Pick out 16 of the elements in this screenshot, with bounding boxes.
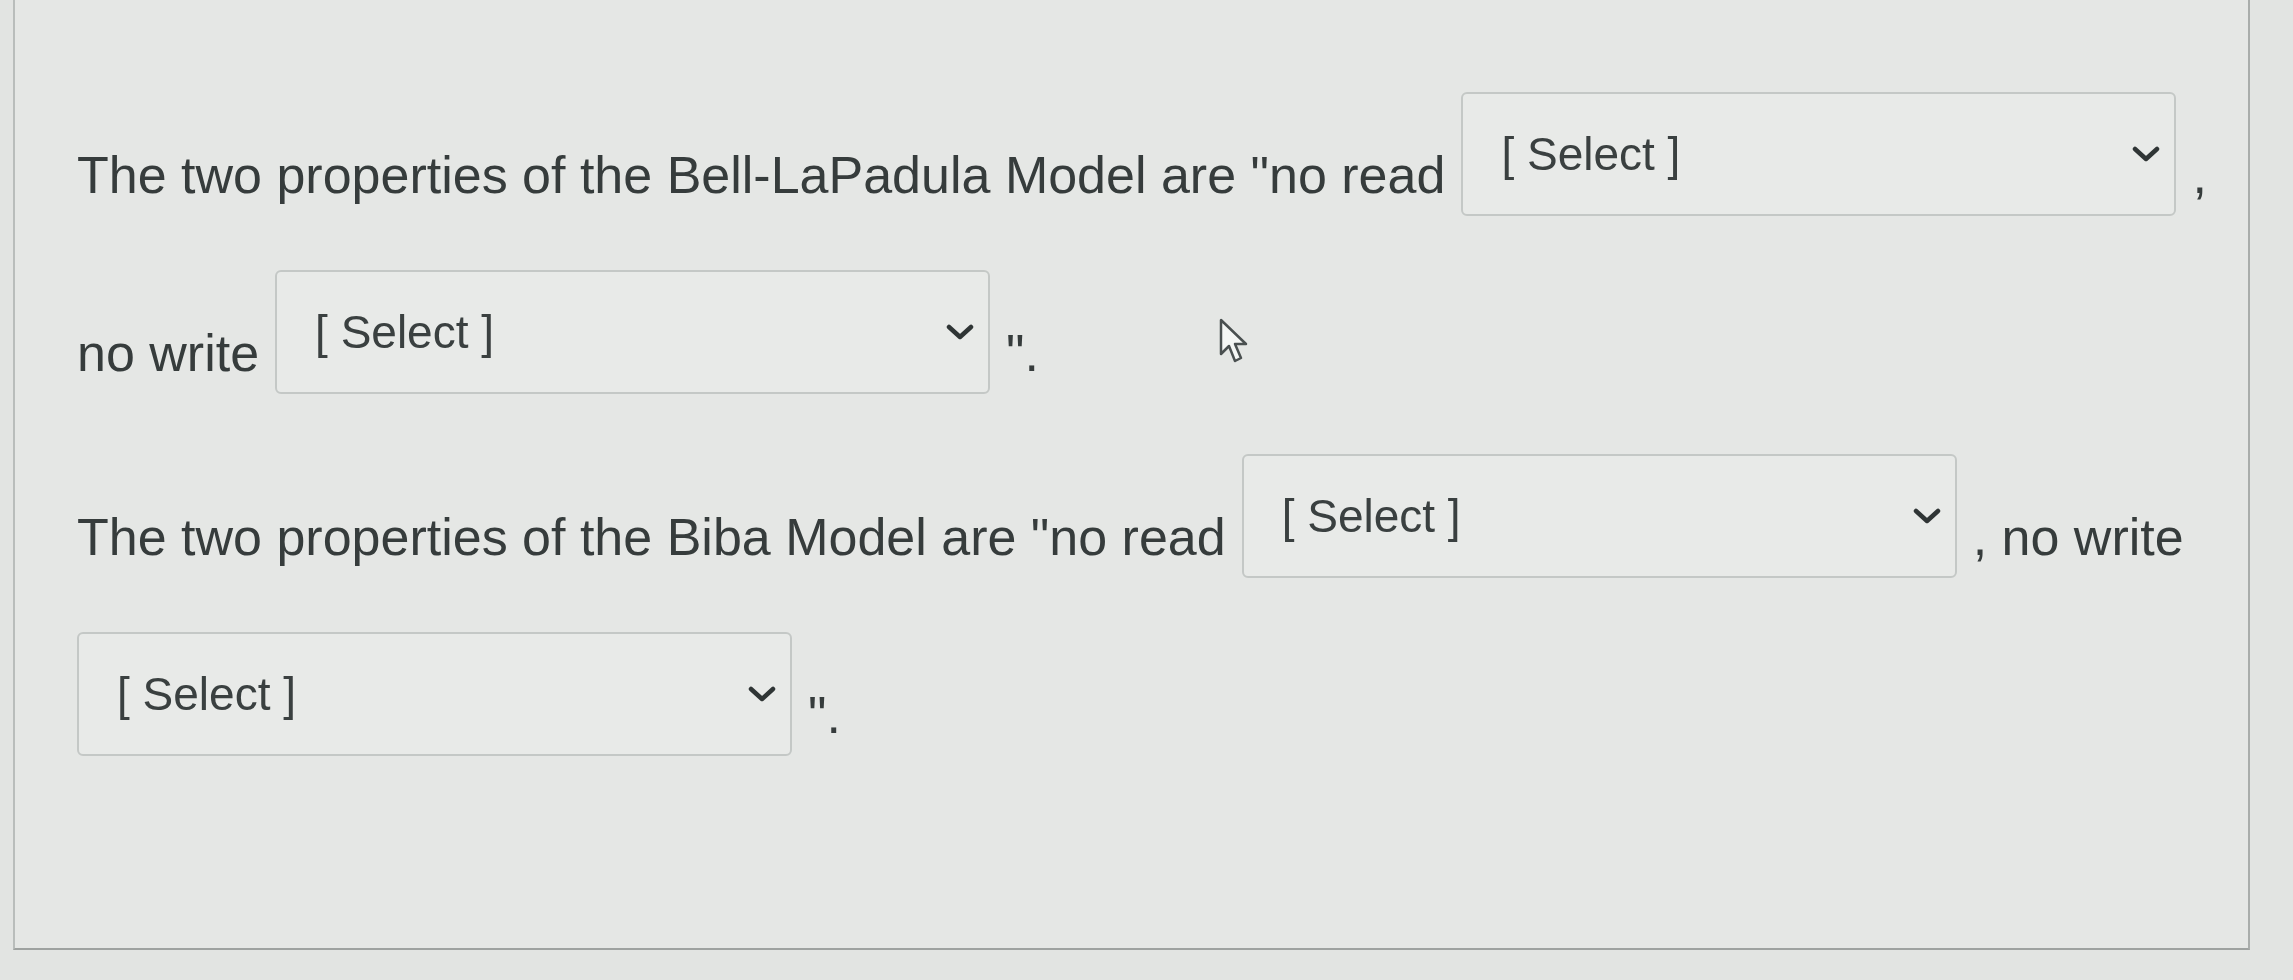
select-dropdown[interactable]: [ Select ] bbox=[1461, 92, 2177, 216]
chevron-down-icon bbox=[748, 685, 776, 703]
chevron-down-icon bbox=[946, 323, 975, 341]
select-dropdown[interactable]: [ Select ] bbox=[77, 632, 792, 756]
question-text: ". bbox=[1006, 323, 1039, 384]
select-dropdown[interactable]: [ Select ] bbox=[275, 270, 991, 394]
chevron-down-icon bbox=[1912, 507, 1941, 525]
question-text: , bbox=[2192, 145, 2207, 206]
question-text: no write bbox=[77, 323, 260, 384]
chevron-down-icon bbox=[2132, 145, 2161, 163]
mouse-pointer-icon bbox=[1219, 318, 1249, 364]
question-text: ". bbox=[808, 685, 841, 746]
question-text: The two properties of the Bell-LaPadula Model are "no read bbox=[77, 145, 1446, 206]
question-text: The two properties of the Biba Model are "no read bbox=[77, 507, 1226, 568]
question-text: , no write bbox=[1972, 507, 2184, 568]
select-dropdown[interactable]: [ Select ] bbox=[1241, 454, 1957, 578]
